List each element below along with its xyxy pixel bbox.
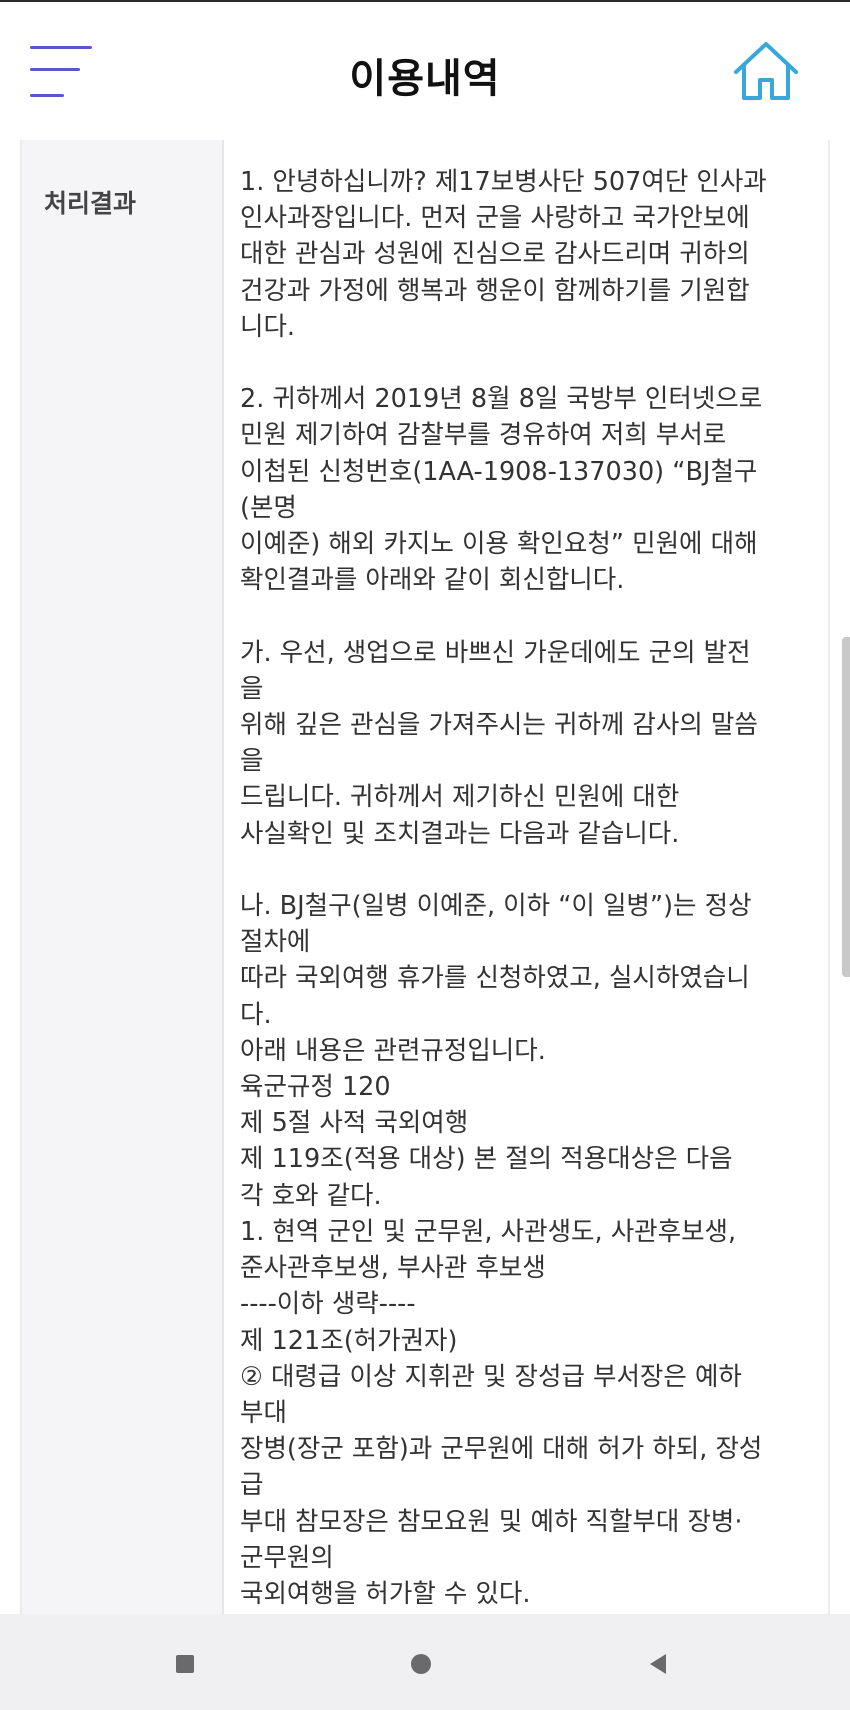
page-title: 이용내역 [349,56,501,102]
result-text-line: 각 호와 같다. [240,1180,382,1211]
result-text-line: 인사과장입니다. 먼저 군을 사랑하고 국가안보에 [240,203,750,234]
result-text-line: 건강과 가정에 행복과 행운이 함께하기를 기원합 [240,275,750,306]
result-label: 처리결과 [44,189,137,218]
result-text-line [240,598,830,634]
result-text-line: 육군규정 120 [240,1072,391,1103]
result-text-line: 사실확인 및 조치결과는 다음과 같습니다. [240,818,680,849]
result-text-line: ② 대령급 이상 지휘관 및 장성급 부서장은 예하 [240,1361,742,1392]
result-text-line: 급 [240,1470,264,1501]
result-text-line: 아래 내용은 관련규정입니다. [240,1035,546,1066]
result-text-line: 국외여행을 허가할 수 있다. [240,1578,531,1609]
app-screen: 이용내역 처리결과 1. 안녕하십니까? 제17보병사단 507여단 인사과인사… [0,0,850,1710]
result-text-line: 확인결과를 아래와 같이 회신합니다. [240,565,625,596]
result-text-line: 민원 제기하여 감찰부를 경유하여 저희 부서로 [240,420,727,451]
result-text-line: 절차에 [240,927,311,958]
result-text-line: 제 121조(허가권자) [240,1325,458,1356]
result-text-line: 나. BJ철구(일병 이예준, 이하 “이 일병”)는 정상 [240,891,752,922]
result-text-line: 제 5절 사적 국외여행 [240,1108,469,1139]
result-text-line: (본명 [240,492,297,523]
result-text-line [240,345,830,381]
scrollbar-thumb[interactable] [842,637,850,977]
result-text-line: 다. [240,999,272,1030]
back-triangle-icon[interactable] [628,1634,688,1694]
result-text-line: 을 [240,746,264,777]
system-navigation-bar [0,1614,850,1710]
result-text-line: 따라 국외여행 휴가를 신청하였고, 실시하였습니 [240,963,750,994]
home-icon[interactable] [730,38,802,106]
detail-table: 처리결과 1. 안녕하십니까? 제17보병사단 507여단 인사과인사과장입니다… [20,140,830,1614]
result-text-line: 제 119조(적용 대상) 본 절의 적용대상은 다음 [240,1144,733,1175]
result-text-line [240,852,830,888]
result-text-line: 이첩된 신청번호(1AA-1908-137030) “BJ철구 [240,456,758,487]
circle-home-icon[interactable] [391,1634,451,1694]
result-text-line: 을 [240,673,264,704]
result-text-line: 드립니다. 귀하께서 제기하신 민원에 대한 [240,782,680,813]
result-text-line: 위해 깊은 관심을 가져주시는 귀하께 감사의 말씀 [240,710,758,741]
detail-label-cell: 처리결과 [22,140,224,1614]
recent-apps-icon[interactable] [155,1634,215,1694]
result-text-line: 군무원의 [240,1542,334,1573]
app-header: 이용내역 [0,2,850,140]
result-text-line: 부대 [240,1397,287,1428]
result-text-line: 2. 귀하께서 2019년 8월 8일 국방부 인터넷으로 [240,384,763,415]
result-text-line: 이예준) 해외 카지노 이용 확인요청” 민원에 대해 [240,529,758,560]
result-text-line: 부대 참모장은 참모요원 및 예하 직할부대 장병· [240,1506,743,1537]
result-text-line: 장병(장군 포함)과 군무원에 대해 허가 하되, 장성 [240,1434,763,1465]
result-text-line: 1. 안녕하십니까? 제17보병사단 507여단 인사과 [240,167,767,197]
result-text-line: 니다. [240,311,296,342]
result-text-line: 1. 현역 군인 및 군무원, 사관생도, 사관후보생, [240,1216,737,1247]
result-text: 1. 안녕하십니까? 제17보병사단 507여단 인사과인사과장입니다. 먼저 … [240,164,830,1612]
result-text-line: 대한 관심과 성원에 진심으로 감사드리며 귀하의 [240,239,750,270]
result-text-line: ----이하 생략---- [240,1289,416,1320]
result-text-line: 가. 우선, 생업으로 바쁘신 가운데에도 군의 발전 [240,637,751,668]
result-text-line: 준사관후보생, 부사관 후보생 [240,1253,546,1284]
